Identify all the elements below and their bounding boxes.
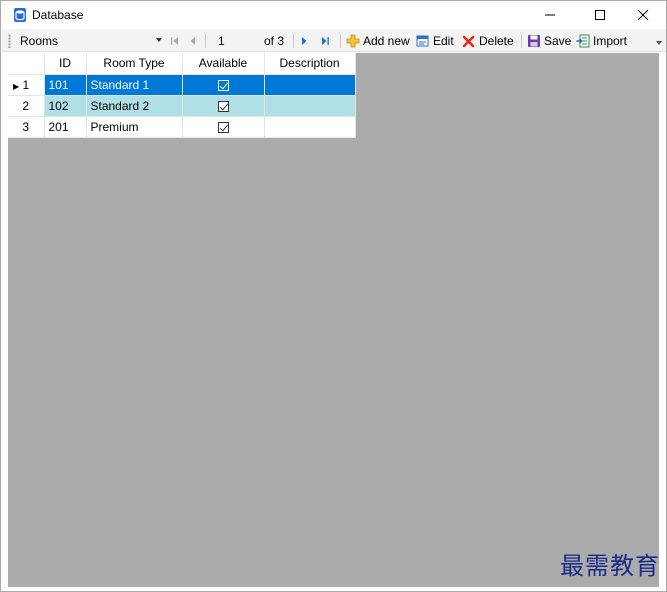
toolbar-separator [340, 34, 341, 48]
chevron-down-icon [156, 38, 162, 42]
move-next-icon [302, 37, 307, 45]
delete-icon [462, 35, 475, 48]
move-first-icon [171, 37, 178, 45]
delete-label: Delete [479, 34, 514, 48]
title-bar[interactable]: Database [1, 1, 666, 29]
cell-description[interactable] [264, 95, 356, 117]
cell-room-type[interactable]: Standard 1 [86, 74, 183, 96]
cell-id[interactable]: 101 [44, 74, 87, 96]
save-label: Save [544, 34, 572, 48]
edit-label: Edit [433, 34, 454, 48]
move-last-icon [322, 37, 329, 45]
maximize-button[interactable] [577, 1, 623, 29]
cell-id[interactable]: 201 [44, 116, 87, 138]
edit-icon [416, 35, 429, 47]
record-count-label: of 3 [264, 34, 285, 48]
cell-description[interactable] [264, 116, 356, 138]
available-checkbox[interactable] [217, 100, 229, 112]
navigator-toolbar: Rooms of 3 Add new Edit Dele [2, 29, 666, 52]
rooms-table: ID Room Type Available Description ▶ 1 1… [8, 53, 356, 138]
watermark-text: 最需教育 [560, 552, 660, 580]
delete-button[interactable]: Delete [462, 32, 514, 50]
edit-button[interactable]: Edit [416, 32, 454, 50]
cell-id[interactable]: 102 [44, 95, 87, 117]
close-button[interactable] [620, 1, 666, 29]
available-checkbox[interactable] [217, 79, 229, 91]
table-row[interactable]: 2 102 Standard 2 [8, 95, 356, 117]
minimize-icon [545, 14, 555, 16]
row-header[interactable]: 3 [8, 116, 45, 138]
move-first-button[interactable] [170, 32, 180, 50]
import-button[interactable]: Import [576, 32, 627, 50]
window-title: Database [32, 8, 84, 22]
cell-room-type[interactable]: Standard 2 [86, 95, 183, 117]
row-header-corner[interactable] [8, 53, 45, 75]
move-previous-button[interactable] [188, 32, 198, 50]
available-checkbox[interactable] [217, 121, 229, 133]
database-app-icon [14, 8, 26, 22]
row-number: 1 [22, 77, 30, 92]
toolbar-separator [205, 34, 206, 48]
toolbar-overflow-icon[interactable] [656, 41, 662, 45]
cell-room-type[interactable]: Premium [86, 116, 183, 138]
toolbar-separator [293, 34, 294, 48]
table-select-value: Rooms [20, 34, 59, 48]
add-icon [346, 34, 360, 48]
data-grid[interactable]: ID Room Type Available Description ▶ 1 1… [8, 53, 659, 587]
current-row-arrow-icon: ▶ [13, 81, 20, 91]
move-next-button[interactable] [299, 32, 309, 50]
save-button[interactable]: Save [527, 32, 571, 50]
database-window: Database Rooms of 3 [0, 0, 667, 592]
toolbar-grip[interactable] [8, 34, 11, 48]
cell-available[interactable] [182, 95, 265, 117]
row-header[interactable]: 2 [8, 95, 45, 117]
move-previous-icon [190, 37, 195, 45]
maximize-icon [595, 10, 605, 20]
import-label: Import [593, 34, 628, 48]
import-icon [576, 34, 590, 48]
add-new-button[interactable]: Add new [346, 32, 410, 50]
table-row[interactable]: ▶ 1 101 Standard 1 [8, 74, 356, 96]
table-select[interactable]: Rooms [14, 32, 166, 50]
cell-available[interactable] [182, 116, 265, 138]
minimize-button[interactable] [527, 1, 573, 29]
column-header-description[interactable]: Description [264, 53, 356, 75]
table-row[interactable]: 3 201 Premium [8, 116, 356, 138]
column-header-id[interactable]: ID [44, 53, 87, 75]
cell-available[interactable] [182, 74, 265, 96]
move-last-button[interactable] [320, 32, 330, 50]
column-header-room-type[interactable]: Room Type [86, 53, 183, 75]
position-input[interactable] [213, 32, 259, 50]
header-row: ID Room Type Available Description [8, 53, 356, 75]
close-icon [637, 9, 649, 21]
cell-description[interactable] [264, 74, 356, 96]
add-new-label: Add new [363, 34, 410, 48]
toolbar-separator [521, 34, 522, 48]
row-header[interactable]: ▶ 1 [8, 74, 45, 96]
column-header-available[interactable]: Available [182, 53, 265, 75]
save-icon [528, 35, 540, 47]
